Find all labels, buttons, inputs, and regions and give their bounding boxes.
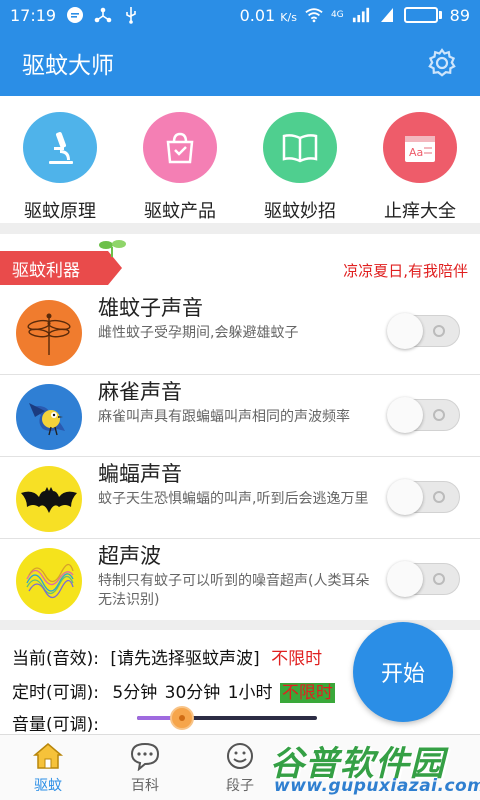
divider <box>0 456 480 457</box>
volume-label: 音量(可调): <box>12 715 99 735</box>
quick-item-tips[interactable]: 驱蚊妙招 <box>240 96 360 223</box>
current-value: [请先选择驱蚊声波] <box>110 649 260 669</box>
quick-item-products[interactable]: 驱蚊产品 <box>120 96 240 223</box>
sound-item-ultrasonic: 超声波 特制只有蚊子可以听到的噪音超声(人类耳朵无法识别) <box>0 540 480 622</box>
share-icon <box>94 6 112 24</box>
quick-item-label: 驱蚊产品 <box>144 201 216 222</box>
signal-icon-2 <box>378 6 396 24</box>
sound-toggle[interactable] <box>387 561 460 597</box>
timer-option-1h[interactable]: 1小时 <box>228 683 273 703</box>
sound-item-male-mosquito: 雄蚊子声音 雌性蚊子受孕期间,会躲避雄蚊子 <box>0 292 480 374</box>
status-time: 17:19 <box>10 5 57 25</box>
timer-option-30min[interactable]: 30分钟 <box>165 683 221 703</box>
section-slogan: 凉凉夏日,有我陪伴 <box>343 262 468 280</box>
shopping-bag-icon <box>143 112 217 183</box>
smile-icon <box>227 743 253 769</box>
section-header: 驱蚊利器 凉凉夏日,有我陪伴 <box>0 234 480 300</box>
tab-label: 驱蚊 <box>34 778 62 794</box>
sound-item-description: 雌性蚊子受孕期间,会躲避雄蚊子 <box>98 325 299 341</box>
wifi-icon <box>305 6 323 24</box>
gear-icon[interactable] <box>426 47 458 79</box>
notepad-icon: Aa <box>383 112 457 183</box>
sound-toggle[interactable] <box>387 479 460 515</box>
sound-item-sparrow: 麻雀声音 麻雀叫声具有跟蝙蝠叫声相同的声波频率 <box>0 376 480 458</box>
start-button[interactable]: 开始 <box>353 622 453 722</box>
sparrow-icon <box>16 384 82 450</box>
quick-item-label: 驱蚊妙招 <box>264 201 336 222</box>
network-speed: 0.01 K/s <box>239 5 297 25</box>
sound-toggle[interactable] <box>387 313 460 349</box>
microscope-icon <box>23 112 97 183</box>
home-icon <box>32 743 64 769</box>
tab-encyclopedia[interactable]: 百科 <box>110 741 180 795</box>
mosquito-tools-section: 驱蚊利器 凉凉夏日,有我陪伴 雄蚊子声音 雌性蚊子受孕期间,会躲避雄蚊子 麻雀声… <box>0 234 480 620</box>
sound-item-bat: 蝙蝠声音 蚊子天生恐惧蝙蝠的叫声,听到后会逃逸万里 <box>0 458 480 540</box>
sound-item-description: 蚊子天生恐惧蝙蝠的叫声,听到后会逃逸万里 <box>98 491 369 507</box>
quick-menu: 驱蚊原理 驱蚊产品 驱蚊妙招 Aa 止痒大全 <box>0 96 480 223</box>
divider <box>0 374 480 375</box>
sound-toggle[interactable] <box>387 397 460 433</box>
sound-item-name: 蝙蝠声音 <box>98 462 182 486</box>
watermark: 谷普软件园 www.gupuxiazai.com <box>262 734 480 800</box>
open-book-icon <box>263 112 337 183</box>
network-type: 4G <box>330 10 344 20</box>
status-bar: 17:19 0.01 K/s 4G 89 <box>0 0 480 30</box>
quick-item-principle[interactable]: 驱蚊原理 <box>0 96 120 223</box>
timer-option-unlimited[interactable]: 不限时 <box>279 683 335 703</box>
chat-bubble-icon <box>130 742 160 771</box>
tab-label: 段子 <box>226 778 254 794</box>
sound-item-description: 麻雀叫声具有跟蝙蝠叫声相同的声波频率 <box>98 409 350 425</box>
quick-item-label: 止痒大全 <box>384 201 456 222</box>
sound-item-description: 特制只有蚊子可以听到的噪音超声(人类耳朵无法识别) <box>98 573 370 608</box>
timer-line: 定时(可调): 5分钟 30分钟 1小时 不限时 <box>12 678 335 703</box>
current-limit: 不限时 <box>271 649 323 669</box>
battery-percent: 89 <box>449 5 470 25</box>
app-bar: 驱蚊大师 <box>0 30 480 96</box>
signal-icon <box>352 6 370 24</box>
timer-option-5min[interactable]: 5分钟 <box>112 683 157 703</box>
current-sound-line: 当前(音效): [请先选择驱蚊声波] 不限时 <box>12 644 322 669</box>
volume-slider-handle[interactable] <box>170 706 194 730</box>
watermark-url: www.gupuxiazai.com <box>274 776 480 796</box>
battery-icon <box>403 7 442 23</box>
svg-text:Aa: Aa <box>409 146 423 159</box>
tab-mosquito[interactable]: 驱蚊 <box>13 741 83 795</box>
quick-item-itch-relief[interactable]: Aa 止痒大全 <box>360 96 480 223</box>
current-label: 当前(音效): <box>12 649 99 669</box>
divider <box>0 538 480 539</box>
sprout-icon <box>99 240 126 257</box>
message-icon <box>66 6 84 24</box>
bat-icon <box>16 466 82 532</box>
sound-item-name: 超声波 <box>98 544 161 568</box>
timer-label: 定时(可调): <box>12 683 99 703</box>
sound-item-name: 雄蚊子声音 <box>98 296 203 320</box>
tab-label: 百科 <box>131 778 159 794</box>
usb-icon <box>122 6 140 24</box>
quick-item-label: 驱蚊原理 <box>24 201 96 222</box>
sound-item-name: 麻雀声音 <box>98 380 182 404</box>
wave-icon <box>16 548 82 614</box>
dragonfly-icon <box>16 300 82 366</box>
volume-slider[interactable] <box>137 706 317 730</box>
app-title: 驱蚊大师 <box>22 53 114 79</box>
